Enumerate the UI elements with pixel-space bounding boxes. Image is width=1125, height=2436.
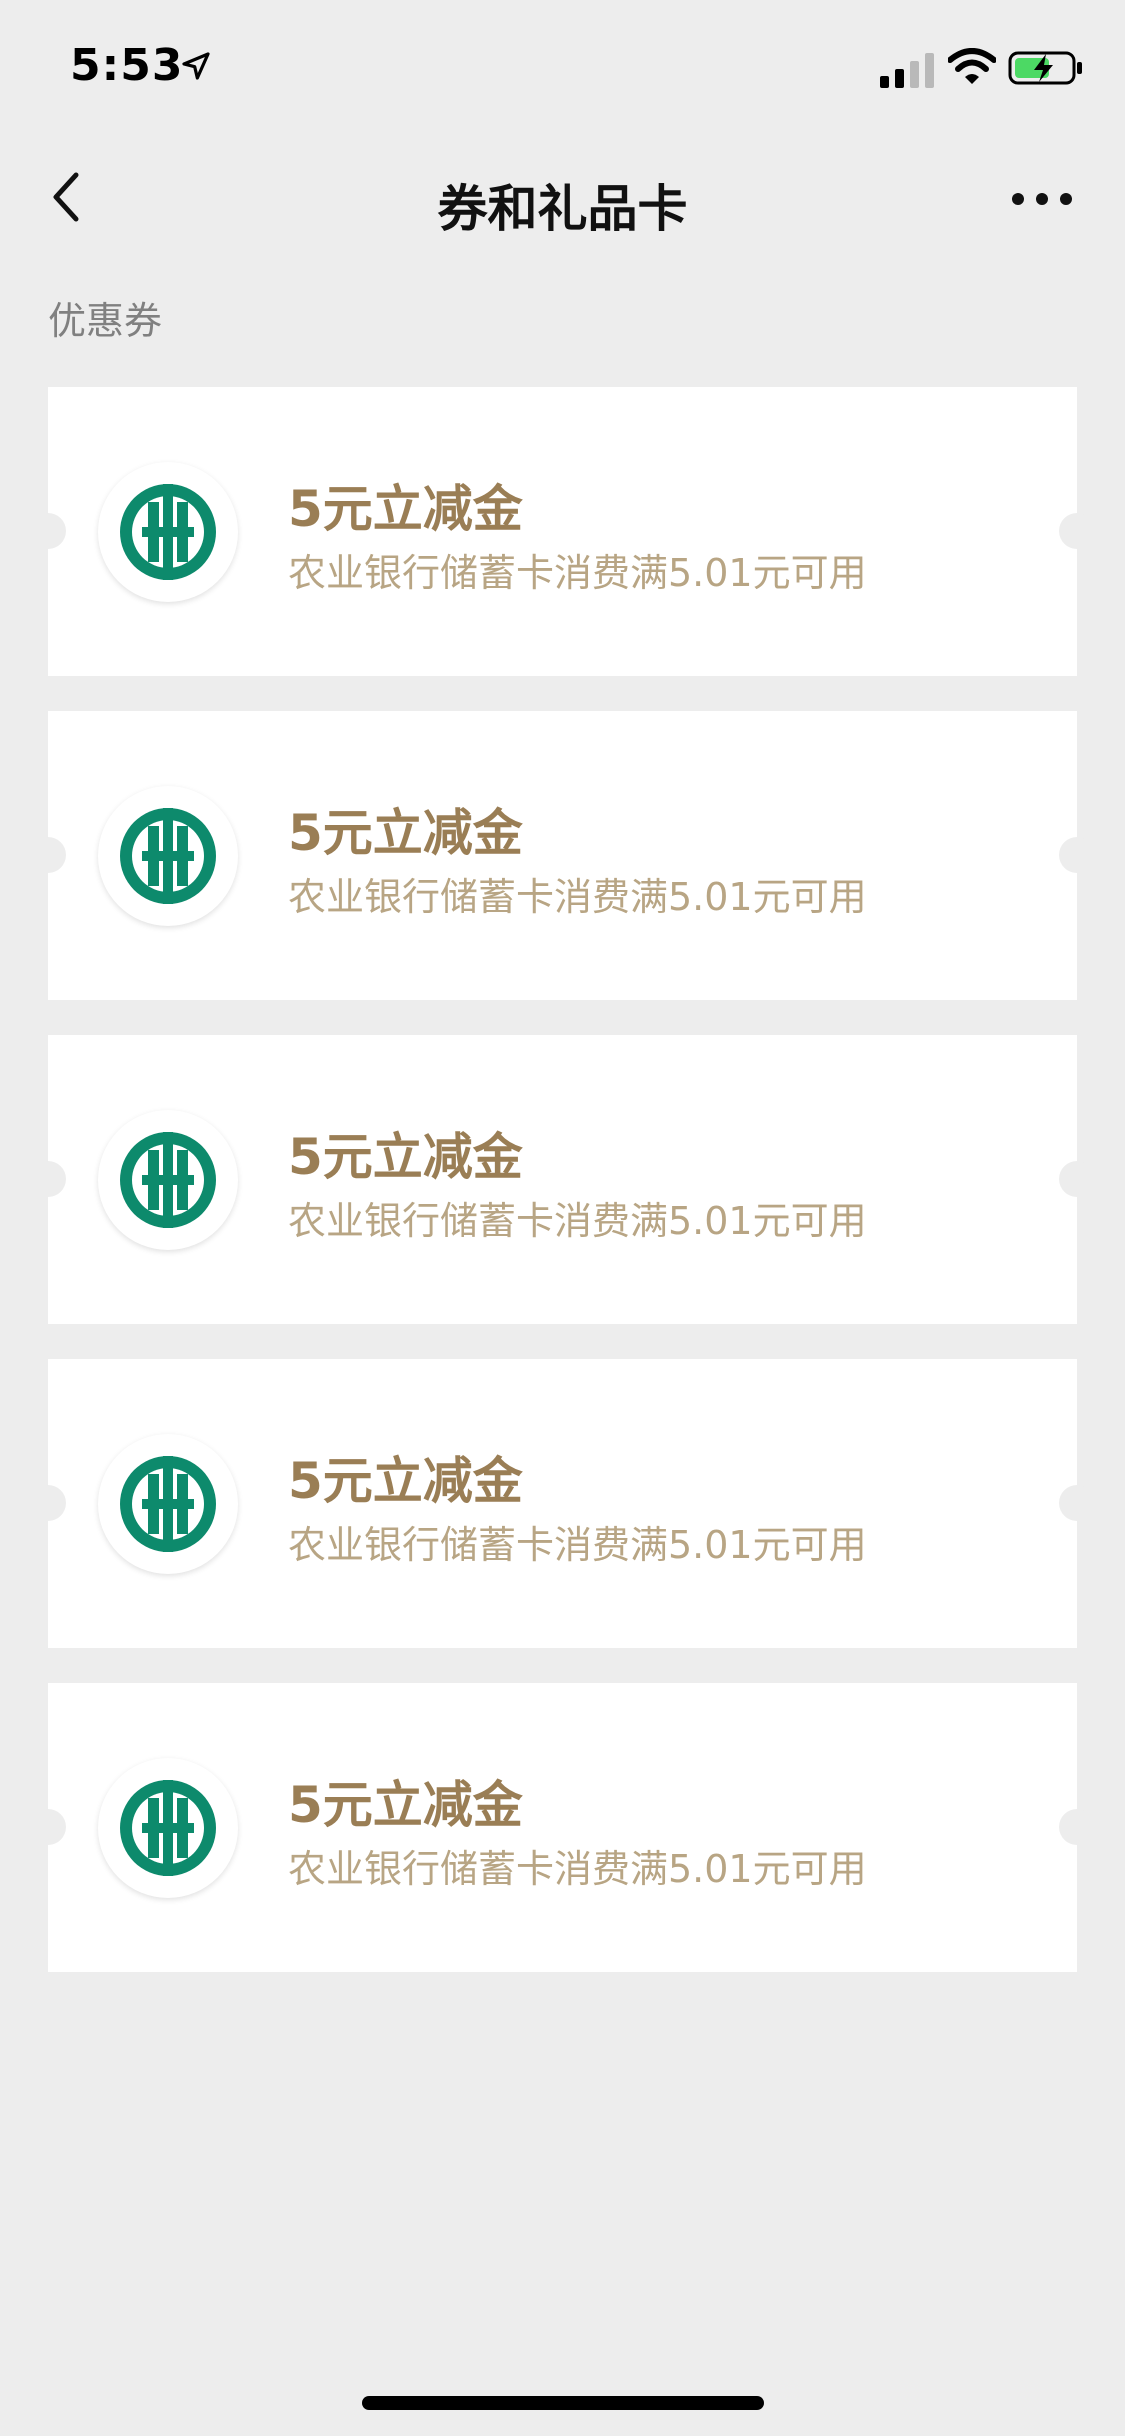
coupon-card[interactable]: 5元立减金 农业银行储蓄卡消费满5.01元可用: [30, 1359, 1095, 1648]
coupon-title: 5元立减金: [288, 1128, 523, 1186]
coupon-title: 5元立减金: [288, 804, 523, 862]
abc-bank-logo-icon: [98, 1434, 238, 1574]
status-bar: 5:53: [0, 0, 1125, 135]
home-indicator[interactable]: [362, 2396, 764, 2410]
coupon-description: 农业银行储蓄卡消费满5.01元可用: [288, 1847, 867, 1891]
page-title: 券和礼品卡: [437, 180, 688, 238]
coupon-list: 5元立减金 农业银行储蓄卡消费满5.01元可用 5元立减金 农业银行储蓄卡消费满…: [30, 387, 1095, 2007]
ticket-notch: [30, 513, 66, 549]
ticket-notch: [1059, 837, 1095, 873]
coupon-description: 农业银行储蓄卡消费满5.01元可用: [288, 875, 867, 919]
coupon-description: 农业银行储蓄卡消费满5.01元可用: [288, 1523, 867, 1567]
abc-bank-logo-icon: [98, 786, 238, 926]
ticket-notch: [30, 1161, 66, 1197]
status-time: 5:53: [70, 40, 184, 91]
coupon-description: 农业银行储蓄卡消费满5.01元可用: [288, 1199, 867, 1243]
screen: 5:53 券和礼品卡 优惠券 5元立减金 农业银行储蓄卡消费满5.01元可用 5…: [0, 0, 1125, 2436]
nav-bar: 券和礼品卡: [0, 135, 1125, 265]
abc-bank-logo-icon: [98, 1110, 238, 1250]
section-label-coupons: 优惠券: [48, 299, 163, 343]
ticket-notch: [30, 1809, 66, 1845]
coupon-card[interactable]: 5元立减金 农业银行储蓄卡消费满5.01元可用: [30, 1683, 1095, 1972]
ticket-notch: [1059, 513, 1095, 549]
more-options-icon[interactable]: [1010, 187, 1074, 211]
coupon-title: 5元立减金: [288, 1776, 523, 1834]
coupon-title: 5元立减金: [288, 480, 523, 538]
ticket-notch: [1059, 1485, 1095, 1521]
abc-bank-logo-icon: [98, 462, 238, 602]
location-arrow-icon: [182, 52, 210, 80]
cellular-signal-icon: [880, 53, 934, 88]
ticket-notch: [30, 1485, 66, 1521]
coupon-description: 农业银行储蓄卡消费满5.01元可用: [288, 551, 867, 595]
ticket-notch: [1059, 1809, 1095, 1845]
wifi-icon: [948, 48, 996, 84]
battery-charging-icon: [1008, 51, 1082, 85]
abc-bank-logo-icon: [98, 1758, 238, 1898]
coupon-card[interactable]: 5元立减金 农业银行储蓄卡消费满5.01元可用: [30, 387, 1095, 676]
ticket-notch: [30, 837, 66, 873]
coupon-card[interactable]: 5元立减金 农业银行储蓄卡消费满5.01元可用: [30, 711, 1095, 1000]
coupon-card[interactable]: 5元立减金 农业银行储蓄卡消费满5.01元可用: [30, 1035, 1095, 1324]
coupon-title: 5元立减金: [288, 1452, 523, 1510]
ticket-notch: [1059, 1161, 1095, 1197]
